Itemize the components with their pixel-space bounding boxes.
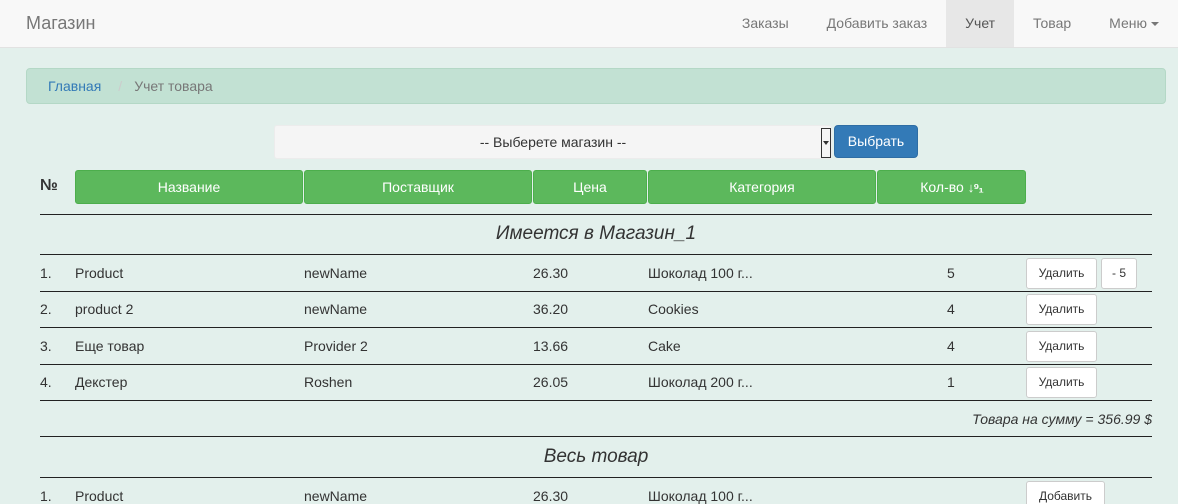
product-provider: newName bbox=[304, 488, 368, 504]
divider bbox=[40, 400, 1152, 401]
dropdown-arrow-icon bbox=[821, 128, 831, 158]
navbar: Магазин Заказы Добавить заказ Учет Товар… bbox=[0, 0, 1178, 48]
row-number: 4. bbox=[40, 374, 52, 390]
divider bbox=[40, 254, 1152, 255]
divider bbox=[40, 291, 1152, 292]
brand-logo[interactable]: Магазин bbox=[26, 0, 95, 46]
product-name: Еще товар bbox=[75, 338, 145, 354]
breadcrumb-separator: / bbox=[118, 78, 123, 94]
delete-button[interactable]: Удалить bbox=[1026, 258, 1097, 289]
nav-item-menu-label: Меню bbox=[1109, 15, 1147, 31]
product-price: 13.66 bbox=[533, 338, 569, 354]
divider bbox=[40, 364, 1152, 365]
nav-item-accounting[interactable]: Учет bbox=[946, 0, 1015, 47]
sort-numeric-icon: ↓⁹₁ bbox=[967, 180, 984, 195]
decrease-quantity-button[interactable]: - 5 bbox=[1101, 258, 1137, 289]
total-sum: Товара на сумму = 356.99 $ bbox=[972, 411, 1152, 427]
product-name: Декстер bbox=[75, 374, 128, 390]
product-price: 26.05 bbox=[533, 374, 569, 390]
nav-menu: Заказы Добавить заказ Учет Товар Меню bbox=[723, 0, 1178, 47]
quantity-column-button[interactable]: Кол-во ↓⁹₁ bbox=[877, 170, 1026, 204]
divider bbox=[40, 327, 1152, 328]
store-section-title: Имеется в Магазин_1 bbox=[495, 223, 697, 244]
row-number: 1. bbox=[40, 265, 52, 281]
caret-down-icon bbox=[1151, 22, 1159, 27]
delete-button[interactable]: Удалить bbox=[1026, 294, 1097, 325]
product-name: product 2 bbox=[75, 301, 134, 317]
category-column-button[interactable]: Категория bbox=[648, 170, 876, 204]
product-quantity: 4 bbox=[947, 301, 955, 317]
number-column-header: № bbox=[40, 177, 58, 194]
name-column-button[interactable]: Название bbox=[75, 170, 303, 204]
divider bbox=[40, 477, 1152, 478]
product-category: Шоколад 100 г... bbox=[648, 488, 753, 504]
product-category: Шоколад 200 г... bbox=[648, 374, 753, 390]
divider bbox=[40, 214, 1152, 215]
nav-item-orders[interactable]: Заказы bbox=[723, 0, 808, 47]
product-price: 26.30 bbox=[533, 265, 569, 281]
choose-shop-button[interactable]: Выбрать bbox=[834, 125, 918, 158]
nav-item-menu-dropdown[interactable]: Меню bbox=[1090, 0, 1178, 47]
breadcrumb: Главная / Учет товара bbox=[26, 68, 1166, 104]
row-number: 1. bbox=[40, 488, 52, 504]
provider-column-button[interactable]: Поставщик bbox=[304, 170, 532, 204]
breadcrumb-home-link[interactable]: Главная bbox=[48, 78, 101, 94]
product-provider: Provider 2 bbox=[304, 338, 368, 354]
delete-button[interactable]: Удалить bbox=[1026, 367, 1097, 398]
product-provider: newName bbox=[304, 301, 368, 317]
product-category: Шоколад 100 г... bbox=[648, 265, 753, 281]
product-quantity: 1 bbox=[947, 374, 955, 390]
delete-button[interactable]: Удалить bbox=[1026, 331, 1097, 362]
product-name: Product bbox=[75, 488, 124, 504]
product-category: Cake bbox=[648, 338, 681, 354]
product-price: 26.30 bbox=[533, 488, 569, 504]
shop-select[interactable]: -- Выберете магазин -- bbox=[274, 125, 832, 159]
product-provider: newName bbox=[304, 265, 368, 281]
product-name: Product bbox=[75, 265, 124, 281]
product-quantity: 5 bbox=[947, 265, 955, 281]
all-goods-section-title: Весь товар bbox=[543, 446, 649, 467]
product-quantity: 4 bbox=[947, 338, 955, 354]
row-number: 2. bbox=[40, 301, 52, 317]
divider bbox=[40, 436, 1152, 437]
price-column-button[interactable]: Цена bbox=[533, 170, 647, 204]
product-provider: Roshen bbox=[304, 374, 353, 390]
shop-select-value: -- Выберете магазин -- bbox=[479, 134, 627, 150]
quantity-column-label: Кол-во bbox=[920, 179, 964, 195]
nav-item-add-order[interactable]: Добавить заказ bbox=[808, 0, 946, 47]
nav-item-goods[interactable]: Товар bbox=[1014, 0, 1090, 47]
breadcrumb-current: Учет товара bbox=[134, 78, 213, 94]
product-category: Cookies bbox=[648, 301, 699, 317]
product-price: 36.20 bbox=[533, 301, 569, 317]
add-button[interactable]: Добавить bbox=[1026, 481, 1105, 504]
row-number: 3. bbox=[40, 338, 52, 354]
